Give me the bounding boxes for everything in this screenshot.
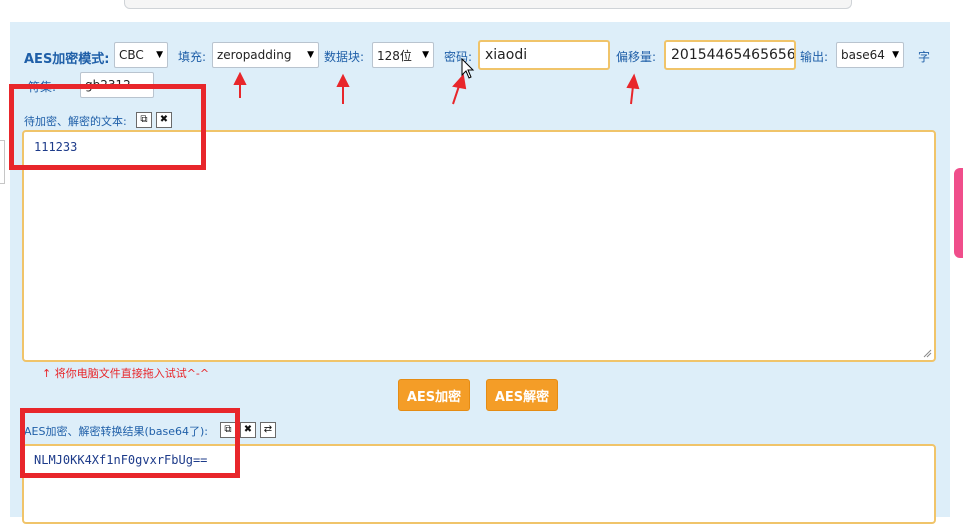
iv-input[interactable]: 20154465465656 — [664, 40, 796, 70]
mode-select-value: CBC — [119, 48, 144, 62]
block-select-value: 128位 — [377, 48, 412, 63]
drop-hint: ↑ 将你电脑文件直接拖入试试^-^ — [42, 367, 210, 380]
password-input[interactable]: xiaodi — [478, 40, 610, 70]
chevron-down-icon: ▼ — [422, 50, 429, 60]
block-select[interactable]: 128位 ▼ — [372, 42, 434, 68]
close-icon: ✖ — [243, 424, 253, 435]
resize-handle-icon[interactable] — [923, 349, 932, 358]
side-feedback-tab[interactable] — [954, 168, 963, 258]
chevron-down-icon: ▼ — [156, 50, 163, 60]
arrow-up-icon — [626, 73, 640, 90]
mouse-cursor-icon — [461, 58, 475, 79]
charset-label-partial: 字 — [918, 50, 931, 64]
output-select[interactable]: base64 ▼ — [836, 42, 904, 68]
output-label: 输出: — [800, 50, 829, 64]
mode-label: AES加密模式: — [24, 52, 110, 67]
swap-button[interactable]: ⇄ — [260, 422, 276, 438]
iv-input-value: 20154465465656 — [671, 47, 796, 63]
padding-select-value: zeropadding — [217, 48, 292, 62]
password-input-value: xiaodi — [485, 47, 528, 63]
chevron-down-icon: ▼ — [307, 50, 314, 60]
left-edge-marker — [0, 140, 5, 184]
mode-select[interactable]: CBC ▼ — [114, 42, 168, 68]
iv-label: 偏移量: — [616, 50, 657, 64]
padding-select[interactable]: zeropadding ▼ — [212, 42, 319, 68]
highlight-box-output — [20, 408, 240, 478]
swap-icon: ⇄ — [263, 424, 273, 435]
annotation-arrows — [233, 72, 640, 105]
decrypt-button[interactable]: AES解密 — [486, 379, 558, 411]
block-label: 数据块: — [324, 50, 365, 64]
highlight-box-input — [9, 84, 206, 170]
output-select-value: base64 — [841, 48, 885, 62]
chevron-down-icon: ▼ — [892, 50, 899, 60]
encrypt-button[interactable]: AES加密 — [398, 379, 470, 411]
padding-label: 填充: — [178, 50, 207, 64]
arrow-up-icon — [233, 72, 247, 85]
clear-output-button[interactable]: ✖ — [240, 422, 256, 438]
top-card-edge — [124, 0, 852, 9]
arrow-up-icon — [336, 73, 350, 87]
